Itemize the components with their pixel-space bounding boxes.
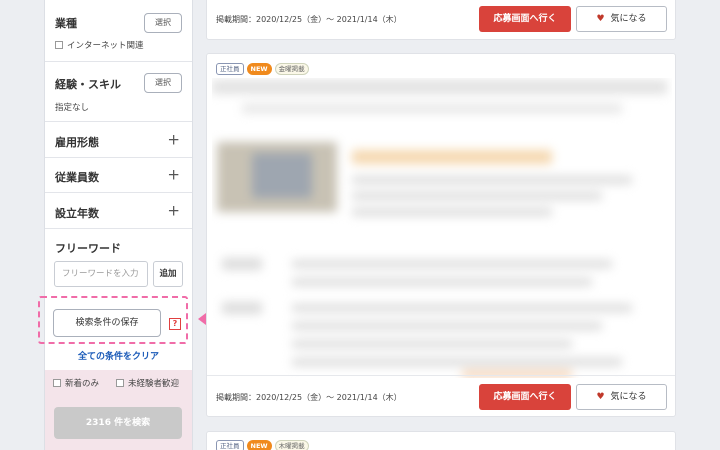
apply-button[interactable]: 応募画面へ行く xyxy=(479,384,571,410)
industry-title: 業種 xyxy=(55,17,77,30)
favorite-button[interactable]: ♥ 気になる xyxy=(576,384,667,410)
favorite-label: 気になる xyxy=(610,14,647,24)
heart-icon: ♥ xyxy=(596,14,605,24)
internet-label: インターネット関連 xyxy=(67,41,144,51)
employment-type-section[interactable]: 雇用形態 + xyxy=(45,122,192,158)
posting-period: 掲載期間：2020/12/25（金）～ 2021/1/14（木） xyxy=(216,393,402,402)
plus-icon[interactable]: + xyxy=(167,167,180,183)
heart-icon: ♥ xyxy=(596,392,605,402)
industry-select-button[interactable]: 選択 xyxy=(144,13,182,33)
tag-row: 正社員 NEW 木曜掲載 xyxy=(216,440,312,450)
save-conditions-button[interactable]: 検索条件の保存 xyxy=(53,309,161,337)
founded-section[interactable]: 設立年数 + xyxy=(45,193,192,229)
founded-title: 設立年数 xyxy=(55,207,99,220)
employment-tag: 正社員 xyxy=(216,63,244,75)
industry-section: 業種 選択 インターネット関連 xyxy=(45,0,192,62)
clear-all-conditions-link[interactable]: 全ての条件をクリア xyxy=(44,349,193,362)
favorite-label: 気になる xyxy=(610,392,647,402)
experience-select-button[interactable]: 選択 xyxy=(144,73,182,93)
search-button[interactable]: 2316 件を検索 xyxy=(54,407,182,439)
favorite-button[interactable]: ♥ 気になる xyxy=(576,6,667,32)
employment-tag: 正社員 xyxy=(216,440,244,450)
no-experience-option[interactable]: 未経験者歓迎 xyxy=(116,377,179,389)
no-experience-checkbox[interactable] xyxy=(116,379,124,387)
freeword-add-button[interactable]: 追加 xyxy=(153,261,183,287)
new-only-label: 新着のみ xyxy=(65,379,100,389)
new-only-option[interactable]: 新着のみ xyxy=(53,377,99,389)
new-only-checkbox[interactable] xyxy=(53,379,61,387)
job-card: 掲載期間：2020/12/25（金）～ 2021/1/14（木） 応募画面へ行く… xyxy=(206,0,676,40)
internet-checkbox-row[interactable]: インターネット関連 xyxy=(55,39,144,51)
posting-day-tag: 金曜掲載 xyxy=(274,63,309,75)
employees-title: 従業員数 xyxy=(55,171,99,184)
posting-day-tag: 木曜掲載 xyxy=(274,440,309,450)
experience-section: 経験・スキル 選択 指定なし xyxy=(45,62,192,122)
plus-icon[interactable]: + xyxy=(167,203,180,218)
job-card: 正社員 NEW 木曜掲載 xyxy=(206,431,676,450)
new-badge: NEW xyxy=(246,63,272,75)
experience-value: 指定なし xyxy=(55,103,90,113)
employees-section[interactable]: 従業員数 + xyxy=(45,158,192,193)
plus-icon[interactable]: + xyxy=(167,132,180,147)
no-experience-label: 未経験者歓迎 xyxy=(128,379,180,389)
experience-title: 経験・スキル xyxy=(55,78,121,91)
apply-button[interactable]: 応募画面へ行く xyxy=(479,6,571,32)
employment-type-title: 雇用形態 xyxy=(55,136,99,149)
job-card: 正社員 NEW 金曜掲載 掲載期間：2020/12/25（金）～ 2021/1/14… xyxy=(206,53,676,417)
blurred-job-content xyxy=(212,78,672,378)
freeword-input[interactable]: フリーワードを入力 xyxy=(54,261,148,287)
new-badge: NEW xyxy=(246,440,272,450)
internet-checkbox[interactable] xyxy=(55,41,63,49)
help-icon[interactable]: ? xyxy=(169,318,181,330)
card-divider xyxy=(207,375,675,376)
freeword-title: フリーワード xyxy=(55,242,121,255)
posting-period: 掲載期間：2020/12/25（金）～ 2021/1/14（木） xyxy=(216,15,402,24)
